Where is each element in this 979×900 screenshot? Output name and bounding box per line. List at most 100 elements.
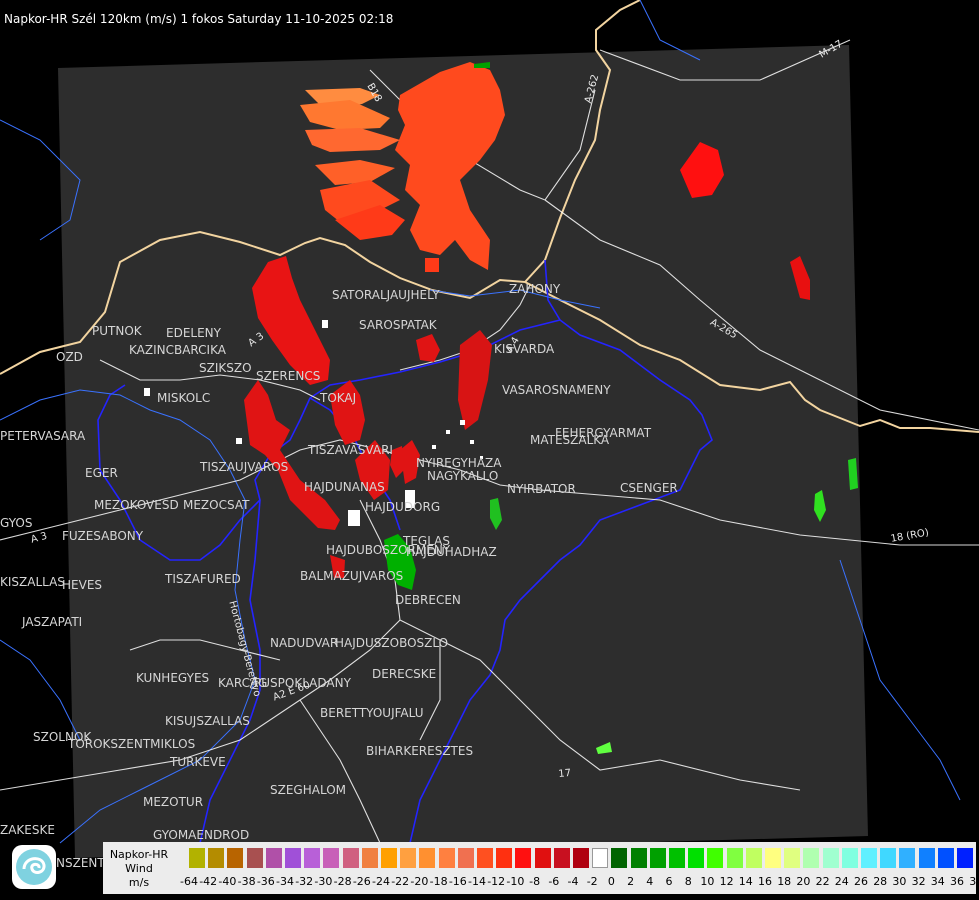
legend-swatch — [803, 848, 820, 868]
legend-tick: -10 — [506, 875, 525, 888]
legend-tick: 28 — [873, 875, 888, 888]
legend-swatch — [822, 848, 839, 868]
legend-swatch — [726, 848, 743, 868]
legend-swatch — [534, 848, 551, 868]
place-label: BERETTYOUJFALU — [320, 706, 424, 720]
legend-swatch — [438, 848, 455, 868]
legend-tick: -8 — [529, 875, 541, 888]
legend-tick: 12 — [719, 875, 734, 888]
legend-tick: 30 — [892, 875, 907, 888]
legend-swatch — [573, 848, 589, 868]
place-label: BALMAZUJVAROS — [300, 569, 404, 583]
place-label: GYOMAENDROD — [153, 828, 250, 842]
legend-tick: 16 — [758, 875, 772, 888]
place-label: SZEGHALOM — [270, 783, 347, 797]
legend-swatch — [553, 848, 570, 868]
legend-swatch — [515, 848, 532, 868]
place-label: HAJDUSZOBOSZLO — [335, 636, 449, 650]
place-label: HAJDUDORG — [365, 500, 441, 514]
place-label: KISZALLAS — [0, 575, 65, 589]
place-label: TOKAJ — [320, 391, 357, 405]
place-label: KUNHEGYES — [136, 671, 210, 685]
place-label: PUTNOK — [92, 324, 142, 338]
legend-swatch — [899, 848, 916, 868]
legend-swatch — [784, 848, 801, 868]
legend-tick: -26 — [352, 875, 371, 888]
place-label: PETERVASARA — [0, 429, 86, 443]
legend-title: Napkor-HR Wind m/s — [108, 848, 170, 890]
legend-swatch — [649, 848, 666, 868]
legend-tick: 36 — [950, 875, 964, 888]
legend-swatch — [227, 848, 244, 868]
place-label: KAZINCBARCIKA — [129, 343, 226, 357]
legend-swatch — [457, 848, 474, 868]
place-label: TOROKSZENTMIKLOS — [68, 737, 196, 751]
legend-tick: -38 — [237, 875, 256, 888]
legend-swatch — [246, 848, 263, 868]
legend-tick: -4 — [567, 875, 579, 888]
place-label: KISUJSZALLAS — [165, 714, 250, 728]
legend-title-line: Napkor-HR — [109, 848, 169, 861]
place-label: JASZAPATI — [22, 615, 83, 629]
legend-swatch — [937, 848, 954, 868]
legend-tick: 2 — [627, 875, 635, 888]
legend-swatch — [285, 848, 301, 868]
legend-tick: -36 — [256, 875, 275, 888]
legend-swatch — [304, 848, 321, 868]
legend-swatch — [400, 848, 417, 868]
legend-swatch — [361, 848, 378, 868]
legend-tick: 10 — [700, 875, 715, 888]
map-title: Napkor-HR Szél 120km (m/s) 1 fokos Satur… — [4, 12, 394, 26]
legend-title-line: Wind — [125, 862, 153, 875]
legend-swatch — [419, 848, 436, 868]
legend-tick: -40 — [218, 875, 237, 888]
legend-swatch — [630, 848, 647, 868]
place-label: TURKEVE — [170, 755, 226, 769]
place-label: NYIREGYHAZA — [416, 456, 502, 470]
place-label: SZIKSZO — [199, 361, 252, 375]
legend-swatch — [611, 848, 628, 868]
legend-tick: 0 — [607, 875, 615, 888]
legend-tick: -22 — [391, 875, 410, 888]
place-label: FUZESABONY — [62, 529, 144, 543]
legend-tick: 26 — [854, 875, 868, 888]
legend-tick: -16 — [448, 875, 467, 888]
legend-tick: 22 — [815, 875, 830, 888]
place-label: EGER — [85, 466, 118, 480]
legend-tick: -24 — [372, 875, 390, 888]
legend-tick: 14 — [738, 875, 753, 888]
place-label: MEZOKOVESD — [94, 498, 179, 512]
legend-tick: 4 — [646, 875, 654, 888]
place-label: SATORALJAUJHELY — [332, 288, 440, 302]
legend-tick: -64 — [180, 875, 198, 888]
place-label: EDELENY — [166, 326, 221, 340]
place-label: MEZOTUR — [143, 795, 204, 809]
legend-swatch — [957, 848, 973, 868]
legend-swatch — [880, 848, 897, 868]
legend-swatch — [592, 848, 609, 868]
legend-tick: 8 — [684, 875, 692, 888]
place-label: TISZAFURED — [165, 572, 241, 586]
place-label: ZAKESKE — [0, 823, 55, 837]
legend-tick: -14 — [468, 875, 486, 888]
legend-tick: -12 — [487, 875, 506, 888]
legend-swatch — [342, 848, 359, 868]
legend-tick: 38 — [969, 875, 979, 888]
legend-swatch — [669, 848, 685, 868]
road-label: 17 — [557, 767, 572, 780]
legend-swatch — [381, 848, 397, 868]
legend-tick: 32 — [911, 875, 926, 888]
legend-tick: 24 — [834, 875, 849, 888]
wind-legend: Napkor-HR Wind m/s -64 -42 -40 -38 -36 -34 -32… — [103, 842, 979, 894]
place-label: NADUDVAR — [270, 636, 339, 650]
legend-swatch — [208, 848, 225, 868]
legend-tick: -34 — [276, 875, 294, 888]
legend-tick: -30 — [314, 875, 333, 888]
legend-tick: -42 — [199, 875, 218, 888]
radar-map — [0, 0, 979, 858]
legend-tick: 34 — [930, 875, 945, 888]
legend-swatch — [496, 848, 513, 868]
legend-tick: -6 — [548, 875, 560, 888]
legend-swatch — [861, 848, 877, 868]
place-label: OZD — [56, 350, 83, 364]
